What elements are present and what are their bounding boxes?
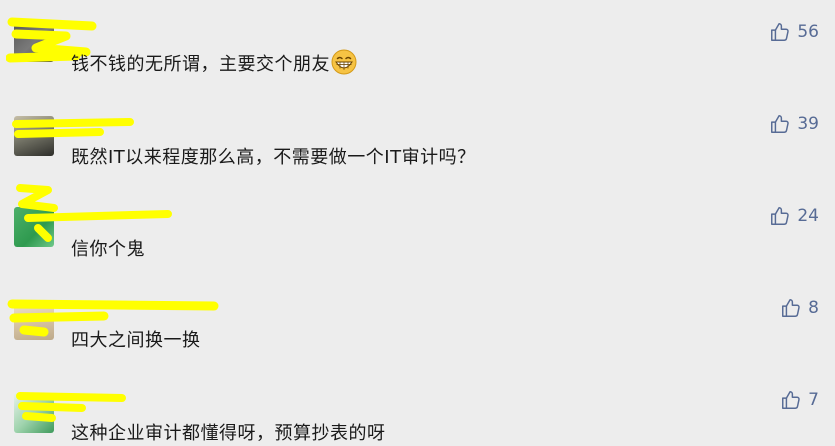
like-button[interactable]: 56 [769,21,819,43]
comment-item: 钱不钱的无所谓，主要交个朋友 56 [0,0,835,92]
like-count: 8 [808,298,819,318]
comment-item: 四大之间换一换 8 [0,276,835,368]
avatar[interactable] [14,393,54,433]
avatar[interactable] [14,116,54,156]
comment-text: 这种企业审计都懂得呀，预算抄表的呀 [71,423,386,444]
comment-text: 信你个鬼 [71,239,145,260]
like-count: 7 [808,390,819,410]
avatar[interactable] [14,207,54,247]
like-button[interactable]: 8 [780,297,819,319]
like-count: 56 [797,22,819,42]
thumbs-up-icon [780,389,802,411]
like-count: 39 [797,114,819,134]
thumbs-up-icon [780,297,802,319]
avatar[interactable] [14,300,54,340]
thumbs-up-icon [769,205,791,227]
comment-item: 这种企业审计都懂得呀，预算抄表的呀 7 [0,368,835,446]
thumbs-up-icon [769,21,791,43]
avatar[interactable] [14,22,54,62]
comment-item: 既然IT以来程度那么高，不需要做一个IT审计吗？ 39 [0,92,835,184]
comment-text: 四大之间换一换 [71,330,201,351]
comment-text: 钱不钱的无所谓，主要交个朋友 [71,49,357,80]
like-count: 24 [797,206,819,226]
comment-item: 信你个鬼 24 [0,184,835,276]
thumbs-up-icon [769,113,791,135]
like-button[interactable]: 39 [769,113,819,135]
like-button[interactable]: 7 [780,389,819,411]
grinning-face-icon [331,49,357,80]
comment-text: 既然IT以来程度那么高，不需要做一个IT审计吗？ [71,147,476,168]
like-button[interactable]: 24 [769,205,819,227]
